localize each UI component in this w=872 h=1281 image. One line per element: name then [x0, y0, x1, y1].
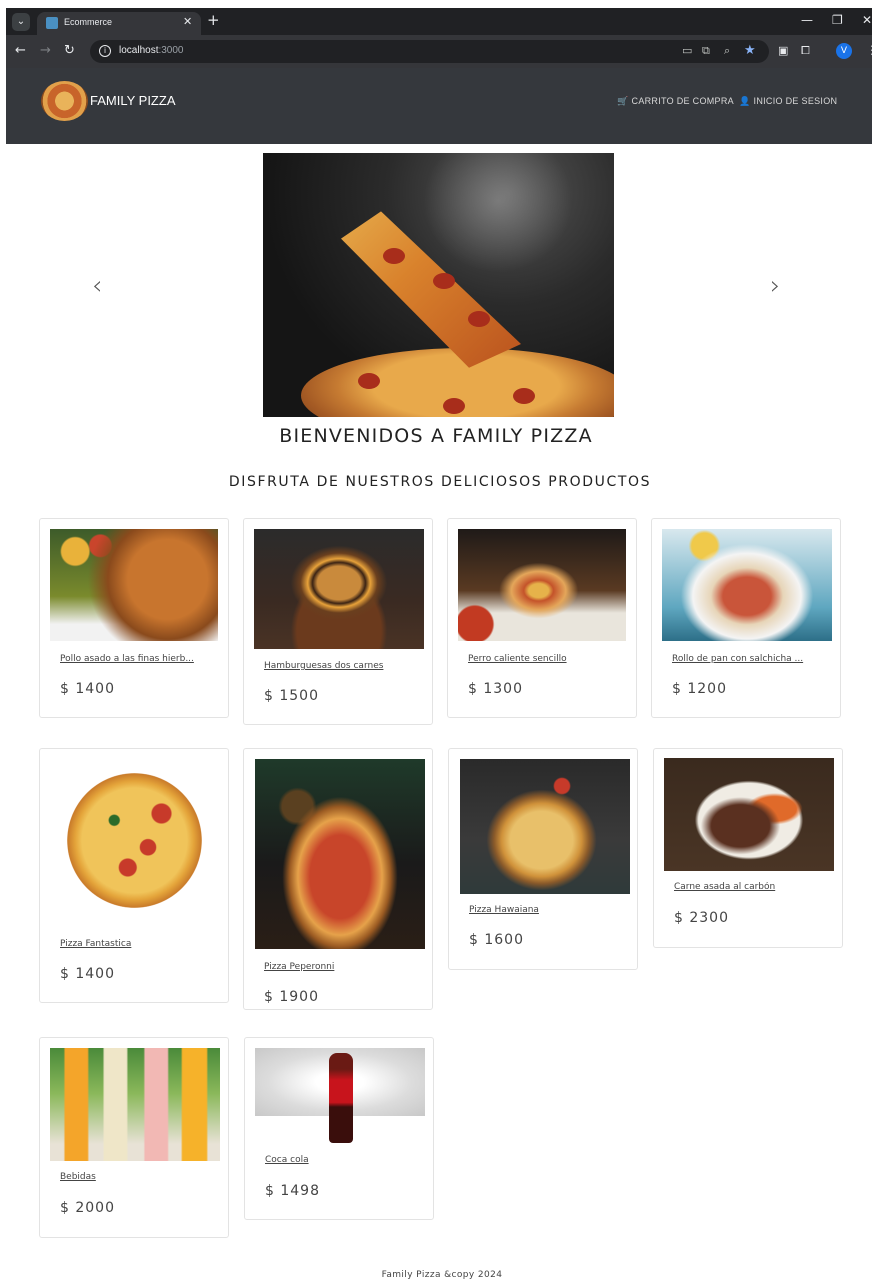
- hotdog-image[interactable]: [458, 529, 626, 641]
- minimize-icon[interactable]: —: [801, 13, 813, 27]
- forward-icon[interactable]: →: [40, 43, 51, 58]
- product-price: $ 2000: [60, 1200, 115, 1216]
- product-card[interactable]: Rollo de pan con salchicha ... $ 1200: [651, 518, 841, 718]
- translate-icon[interactable]: ⧉: [702, 44, 710, 58]
- cast-icon[interactable]: ▭: [682, 44, 692, 57]
- sausage-roll-image[interactable]: [662, 529, 832, 641]
- extensions-puzzle-icon[interactable]: ⧠: [801, 44, 810, 58]
- profile-avatar[interactable]: V: [836, 43, 852, 59]
- bookmark-star-icon[interactable]: ★: [744, 43, 756, 58]
- tab-search-button[interactable]: ⌄: [12, 13, 30, 31]
- chicken-image[interactable]: [50, 529, 218, 641]
- pepperoni: [433, 273, 455, 289]
- reload-icon[interactable]: ↻: [64, 43, 75, 58]
- product-card[interactable]: Pollo asado a las finas hierb... $ 1400: [39, 518, 229, 718]
- pepperoni: [358, 373, 380, 389]
- browser-toolbar: ← → ↻ i localhost:3000 ▭ ⧉ ⌕ ★ ▣ ⧠ V ⋮: [6, 35, 872, 68]
- product-price: $ 1400: [60, 966, 115, 982]
- carousel-next-icon[interactable]: ›: [770, 271, 780, 301]
- back-icon[interactable]: ←: [15, 43, 26, 58]
- product-card[interactable]: Perro caliente sencillo $ 1300: [447, 518, 637, 718]
- product-name[interactable]: Hamburguesas dos carnes: [264, 661, 424, 671]
- tab-title: Ecommerce: [64, 17, 113, 27]
- carne-asada-image[interactable]: [664, 758, 834, 871]
- burger-image[interactable]: [254, 529, 424, 649]
- product-price: $ 1498: [265, 1183, 320, 1199]
- product-card[interactable]: Bebidas $ 2000: [39, 1037, 229, 1238]
- login-link[interactable]: 👤 INICIO DE SESION: [739, 96, 837, 107]
- pizza-logo-icon[interactable]: [41, 81, 88, 121]
- product-card[interactable]: Pizza Fantastica $ 1400: [39, 748, 229, 1003]
- window-close-icon[interactable]: ✕: [862, 13, 872, 27]
- browser-tab[interactable]: Ecommerce ✕: [37, 12, 201, 35]
- pepperoni: [383, 248, 405, 264]
- product-name[interactable]: Rollo de pan con salchicha ...: [672, 654, 827, 664]
- pizza-fantastica-image[interactable]: [67, 773, 202, 908]
- browser-tab-strip: ⌄ Ecommerce ✕ + — ❐ ✕: [6, 8, 872, 35]
- pepperoni: [513, 388, 535, 404]
- pizza-pepperoni-image[interactable]: [255, 759, 425, 949]
- products-subheadline: DISFRUTA DE NUESTROS DELICIOSOS PRODUCTO…: [228, 474, 652, 490]
- product-name[interactable]: Pizza Fantastica: [60, 939, 220, 949]
- product-name[interactable]: Pizza Peperonni: [264, 962, 424, 972]
- product-price: $ 1400: [60, 681, 115, 697]
- product-price: $ 1200: [672, 681, 727, 697]
- product-card[interactable]: Hamburguesas dos carnes $ 1500: [243, 518, 433, 725]
- product-card[interactable]: Pizza Peperonni $ 1900: [243, 748, 433, 1010]
- pepperoni: [468, 311, 490, 327]
- product-name[interactable]: Bebidas: [60, 1172, 220, 1182]
- cart-link[interactable]: 🛒 CARRITO DE COMPRA: [617, 96, 734, 107]
- menu-kebab-icon[interactable]: ⋮: [866, 43, 872, 57]
- pizza-hawaiana-image[interactable]: [460, 759, 630, 894]
- carousel-prev-icon[interactable]: ‹: [92, 271, 102, 301]
- product-name[interactable]: Pizza Hawaiana: [469, 905, 629, 915]
- product-card[interactable]: Pizza Hawaiana $ 1600: [448, 748, 638, 970]
- product-price: $ 1300: [468, 681, 523, 697]
- product-price: $ 1500: [264, 688, 319, 704]
- drinks-image[interactable]: [50, 1048, 220, 1161]
- cart-icon: 🛒: [617, 96, 629, 106]
- product-price: $ 1900: [264, 989, 319, 1005]
- restore-icon[interactable]: ❐: [832, 13, 843, 27]
- product-name[interactable]: Pollo asado a las finas hierb...: [60, 654, 215, 664]
- react-favicon-icon: [46, 17, 58, 29]
- product-name[interactable]: Perro caliente sencillo: [468, 654, 628, 664]
- carousel-slide-image: [263, 153, 614, 417]
- close-icon[interactable]: ✕: [183, 15, 192, 28]
- new-tab-icon[interactable]: +: [207, 11, 220, 29]
- steam: [423, 153, 573, 273]
- address-bar[interactable]: i localhost:3000 ▭ ⧉ ⌕ ★: [90, 40, 769, 63]
- site-info-icon[interactable]: i: [99, 45, 111, 57]
- product-name[interactable]: Coca cola: [265, 1155, 425, 1165]
- site-header: FAMILY PIZZA 🛒 CARRITO DE COMPRA 👤 INICIO …: [6, 68, 872, 144]
- product-card[interactable]: Coca cola $ 1498: [244, 1037, 434, 1220]
- brand-name[interactable]: FAMILY PIZZA: [90, 93, 175, 108]
- product-price: $ 2300: [674, 910, 729, 926]
- product-name[interactable]: Carne asada al carbón: [674, 882, 834, 892]
- zoom-icon[interactable]: ⌕: [724, 44, 730, 58]
- pepperoni: [443, 398, 465, 414]
- coca-cola-bottle-image[interactable]: [329, 1053, 353, 1143]
- footer-text: Family Pizza &copy 2024: [381, 1270, 503, 1280]
- user-icon: 👤: [739, 96, 751, 106]
- url-text[interactable]: localhost:3000: [119, 45, 184, 56]
- product-card[interactable]: Carne asada al carbón $ 2300: [653, 748, 843, 948]
- welcome-headline: BIENVENIDOS A FAMILY PIZZA: [279, 425, 593, 447]
- extension-icon[interactable]: ▣: [778, 44, 788, 57]
- product-price: $ 1600: [469, 932, 524, 948]
